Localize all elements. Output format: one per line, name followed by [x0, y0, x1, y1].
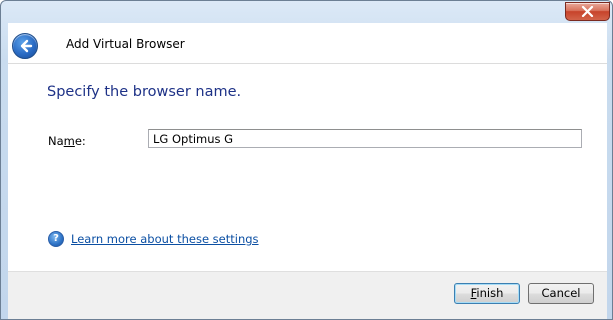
- page-instruction: Specify the browser name.: [47, 84, 242, 100]
- back-button[interactable]: [12, 33, 38, 59]
- name-field[interactable]: [148, 129, 582, 148]
- wizard-header: Add Virtual Browser: [8, 23, 607, 64]
- close-icon: [581, 6, 594, 17]
- wizard-content: Specify the browser name. Name: ? Learn …: [8, 64, 607, 271]
- name-label: Name:: [48, 134, 86, 148]
- help-icon: ?: [48, 231, 64, 247]
- cancel-button[interactable]: Cancel: [528, 283, 594, 304]
- close-button[interactable]: [565, 2, 610, 21]
- window-title: Add Virtual Browser: [66, 37, 185, 51]
- wizard-window: Add Virtual Browser Specify the browser …: [0, 0, 613, 320]
- finish-button[interactable]: Finish: [454, 283, 520, 304]
- learn-more-link[interactable]: Learn more about these settings: [71, 232, 259, 246]
- back-arrow-icon: [20, 39, 33, 53]
- wizard-footer: Finish Cancel: [8, 271, 607, 319]
